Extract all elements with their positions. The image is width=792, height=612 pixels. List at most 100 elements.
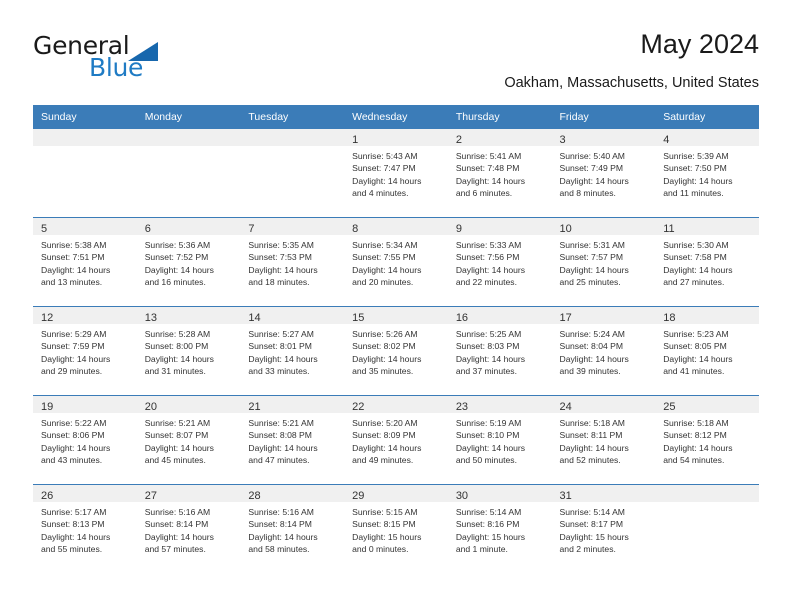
sunrise-text: Sunrise: 5:33 AM xyxy=(455,240,522,250)
calendar-day-cell[interactable]: 25 Sunrise: 5:18 AM Sunset: 8:12 PM Dayligh… xyxy=(655,396,759,484)
daylight-text-line2: and 16 minutes. xyxy=(144,277,206,288)
daylight-text-line2: and 11 minutes. xyxy=(663,188,724,199)
calendar-day-cell[interactable]: 11 Sunrise: 5:30 AM Sunset: 7:58 PM Dayligh… xyxy=(655,218,759,306)
calendar-cell: 8 Sunrise: 5:34 AM Sunset: 7:55 PM Daylight… xyxy=(344,217,448,307)
day-number-band: 3 xyxy=(551,129,656,146)
day-number-band xyxy=(33,129,137,146)
daylight-text-line1: Daylight: 14 hours xyxy=(41,353,111,364)
sunrise-text: Sunrise: 5:39 AM xyxy=(663,151,729,161)
daylight-text-line2: and 8 minutes. xyxy=(559,188,616,199)
day-details: Sunrise: 5:21 AM Sunset: 8:07 PM Daylight:… xyxy=(137,413,241,467)
sunrise-text: Sunrise: 5:18 AM xyxy=(559,418,625,428)
calendar-cell: 2 Sunrise: 5:41 AM Sunset: 7:48 PM Daylight… xyxy=(447,128,552,218)
calendar-day-cell[interactable]: 8 Sunrise: 5:34 AM Sunset: 7:55 PM Daylight… xyxy=(344,218,448,306)
sunrise-text: Sunrise: 5:15 AM xyxy=(352,507,418,517)
sunrise-text: Sunrise: 5:18 AM xyxy=(663,418,729,428)
calendar-day-cell[interactable]: 30 Sunrise: 5:14 AM Sunset: 8:16 PM Dayligh… xyxy=(447,485,552,573)
calendar-day-cell[interactable]: 31 Sunrise: 5:14 AM Sunset: 8:17 PM Dayligh… xyxy=(551,485,656,573)
calendar-day-cell[interactable]: 29 Sunrise: 5:15 AM Sunset: 8:15 PM Dayligh… xyxy=(344,485,448,573)
calendar-day-cell[interactable]: 12 Sunrise: 5:29 AM Sunset: 7:59 PM Dayligh… xyxy=(33,307,137,395)
daylight-text-line1: Daylight: 14 hours xyxy=(663,264,733,275)
calendar-day-cell[interactable]: 13 Sunrise: 5:28 AM Sunset: 8:00 PM Dayligh… xyxy=(136,307,241,395)
sunset-text: Sunset: 7:57 PM xyxy=(559,252,624,263)
calendar-day-cell[interactable]: 5 Sunrise: 5:38 AM Sunset: 7:51 PM Daylight… xyxy=(33,218,137,306)
sunrise-text: Sunrise: 5:40 AM xyxy=(559,151,625,161)
day-number: 24 xyxy=(559,401,572,413)
calendar-day-cell[interactable]: 15 Sunrise: 5:26 AM Sunset: 8:02 PM Dayligh… xyxy=(344,307,448,395)
day-details: Sunrise: 5:33 AM Sunset: 7:56 PM Daylight:… xyxy=(448,235,552,289)
sunset-text: Sunset: 8:07 PM xyxy=(144,430,209,441)
calendar-day-cell[interactable]: 7 Sunrise: 5:35 AM Sunset: 7:53 PM Daylight… xyxy=(240,218,345,306)
calendar-day-cell[interactable]: 23 Sunrise: 5:19 AM Sunset: 8:10 PM Dayligh… xyxy=(447,396,552,484)
sunset-text: Sunset: 7:56 PM xyxy=(455,252,520,263)
calendar-day-cell[interactable]: 3 Sunrise: 5:40 AM Sunset: 7:49 PM Daylight… xyxy=(551,129,656,217)
day-details: Sunrise: 5:25 AM Sunset: 8:03 PM Daylight:… xyxy=(448,324,552,378)
daylight-text-line1: Daylight: 14 hours xyxy=(559,264,629,275)
day-number-band: 11 xyxy=(655,218,759,235)
sunset-text: Sunset: 8:14 PM xyxy=(248,519,312,530)
calendar-day-cell[interactable]: 10 Sunrise: 5:31 AM Sunset: 7:57 PM Dayligh… xyxy=(551,218,656,306)
calendar-cell: 30 Sunrise: 5:14 AM Sunset: 8:16 PM Dayligh… xyxy=(447,484,552,573)
sunset-text: Sunset: 8:01 PM xyxy=(248,341,312,352)
calendar-cell: 18 Sunrise: 5:23 AM Sunset: 8:05 PM Dayligh… xyxy=(655,306,759,396)
calendar-day-cell[interactable]: 17 Sunrise: 5:24 AM Sunset: 8:04 PM Dayligh… xyxy=(551,307,656,395)
calendar-day-cell[interactable]: 4 Sunrise: 5:39 AM Sunset: 7:50 PM Daylight… xyxy=(655,129,759,217)
calendar-cell: 15 Sunrise: 5:26 AM Sunset: 8:02 PM Dayligh… xyxy=(344,306,448,396)
day-number: 30 xyxy=(455,490,469,502)
calendar-day-cell[interactable]: 14 Sunrise: 5:27 AM Sunset: 8:01 PM Dayligh… xyxy=(240,307,345,395)
sunset-text: Sunset: 8:03 PM xyxy=(455,341,520,352)
sunset-text: Sunset: 7:51 PM xyxy=(41,252,105,263)
calendar-day-cell[interactable]: 9 Sunrise: 5:33 AM Sunset: 7:56 PM Daylight… xyxy=(447,218,552,306)
calendar-day-cell[interactable]: 16 Sunrise: 5:25 AM Sunset: 8:03 PM Dayligh… xyxy=(447,307,552,395)
day-number: 22 xyxy=(352,401,365,413)
calendar-day-cell[interactable]: 6 Sunrise: 5:36 AM Sunset: 7:52 PM Daylight… xyxy=(136,218,241,306)
daylight-text-line1: Daylight: 14 hours xyxy=(41,531,111,542)
sunset-text: Sunset: 7:50 PM xyxy=(663,163,727,174)
day-details: Sunrise: 5:43 AM Sunset: 7:47 PM Daylight:… xyxy=(344,146,448,200)
daylight-text-line1: Daylight: 14 hours xyxy=(352,264,422,275)
day-number-band: 7 xyxy=(240,218,345,235)
calendar-day-cell[interactable]: 21 Sunrise: 5:21 AM Sunset: 8:08 PM Dayligh… xyxy=(240,396,345,484)
calendar-day-cell[interactable]: 19 Sunrise: 5:22 AM Sunset: 8:06 PM Dayligh… xyxy=(33,396,137,484)
day-number: 10 xyxy=(559,223,572,235)
calendar-day-cell[interactable]: 1 Sunrise: 5:43 AM Sunset: 7:47 PM Daylight… xyxy=(344,129,448,217)
calendar-day-cell[interactable]: 18 Sunrise: 5:23 AM Sunset: 8:05 PM Dayligh… xyxy=(655,307,759,395)
daylight-text-line2: and 6 minutes. xyxy=(455,188,513,199)
calendar-day-cell[interactable]: 27 Sunrise: 5:16 AM Sunset: 8:14 PM Dayligh… xyxy=(136,485,241,573)
calendar-day-cell[interactable]: 28 Sunrise: 5:16 AM Sunset: 8:14 PM Dayligh… xyxy=(240,485,345,573)
weekday-header-saturday: Saturday xyxy=(655,105,759,129)
sunrise-text: Sunrise: 5:17 AM xyxy=(41,507,107,517)
day-details: Sunrise: 5:22 AM Sunset: 8:06 PM Daylight:… xyxy=(33,413,137,467)
daylight-text-line2: and 22 minutes. xyxy=(455,277,517,288)
general-blue-logo: General Blue xyxy=(33,32,173,84)
calendar-day-cell[interactable]: 26 Sunrise: 5:17 AM Sunset: 8:13 PM Dayligh… xyxy=(33,485,137,573)
day-details: Sunrise: 5:14 AM Sunset: 8:16 PM Daylight:… xyxy=(448,502,552,556)
day-details: Sunrise: 5:16 AM Sunset: 8:14 PM Daylight:… xyxy=(137,502,241,556)
daylight-text-line1: Daylight: 14 hours xyxy=(41,264,111,275)
daylight-text-line2: and 52 minutes. xyxy=(559,455,621,466)
calendar-day-cell[interactable]: 22 Sunrise: 5:20 AM Sunset: 8:09 PM Dayligh… xyxy=(344,396,448,484)
sunset-text: Sunset: 7:47 PM xyxy=(352,163,416,174)
sunrise-sunset-calendar: Sunday Monday Tuesday Wednesday Thursday… xyxy=(33,105,759,573)
daylight-text-line1: Daylight: 14 hours xyxy=(663,442,733,453)
daylight-text-line2: and 37 minutes. xyxy=(455,366,517,377)
daylight-text-line1: Daylight: 14 hours xyxy=(352,175,422,186)
calendar-cell xyxy=(136,128,241,218)
calendar-day-cell[interactable]: 24 Sunrise: 5:18 AM Sunset: 8:11 PM Dayligh… xyxy=(551,396,656,484)
daylight-text-line2: and 33 minutes. xyxy=(248,366,310,377)
daylight-text-line1: Daylight: 14 hours xyxy=(663,175,733,186)
day-details: Sunrise: 5:27 AM Sunset: 8:01 PM Daylight:… xyxy=(240,324,344,378)
day-details: Sunrise: 5:28 AM Sunset: 8:00 PM Daylight:… xyxy=(137,324,241,378)
daylight-text-line1: Daylight: 14 hours xyxy=(559,442,629,453)
day-number: 18 xyxy=(663,312,676,324)
day-number: 29 xyxy=(352,490,365,502)
day-number-band: 29 xyxy=(344,485,448,502)
calendar-day-cell[interactable]: 20 Sunrise: 5:21 AM Sunset: 8:07 PM Dayligh… xyxy=(136,396,241,484)
daylight-text-line1: Daylight: 14 hours xyxy=(144,353,214,364)
calendar-body: 1 Sunrise: 5:43 AM Sunset: 7:47 PM Daylight… xyxy=(33,128,759,573)
day-number: 11 xyxy=(663,223,675,235)
daylight-text-line1: Daylight: 14 hours xyxy=(144,531,214,542)
calendar-cell: 25 Sunrise: 5:18 AM Sunset: 8:12 PM Dayligh… xyxy=(655,395,759,485)
calendar-day-cell[interactable]: 2 Sunrise: 5:41 AM Sunset: 7:48 PM Daylight… xyxy=(447,129,552,217)
daylight-text-line2: and 47 minutes. xyxy=(248,455,310,466)
